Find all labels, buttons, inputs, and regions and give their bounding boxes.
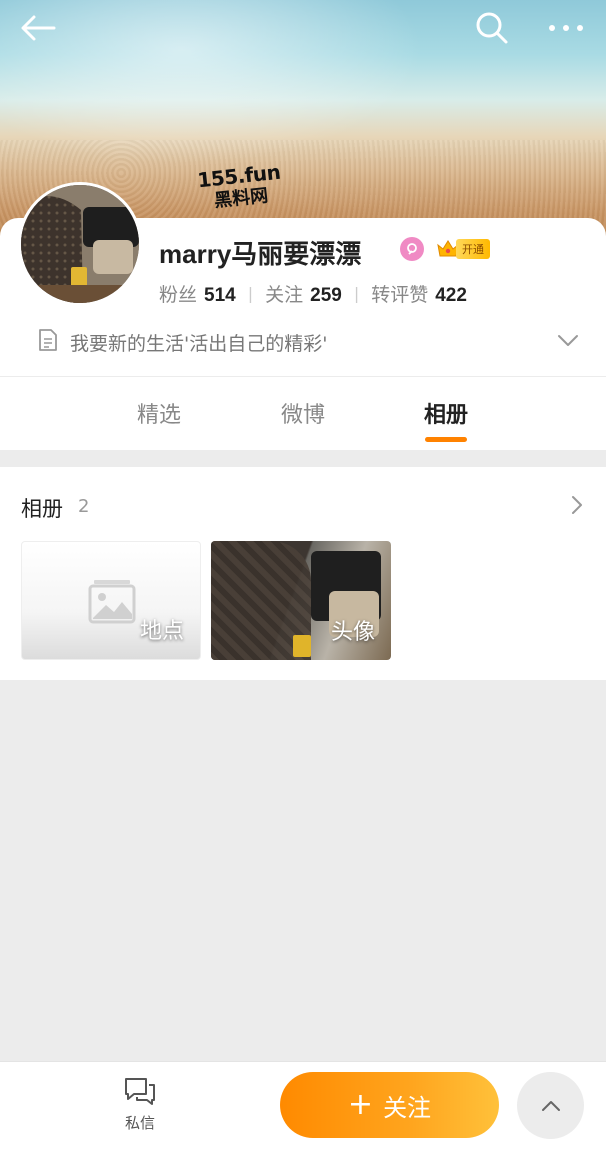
avatar[interactable] (18, 182, 142, 306)
album-thumb-location[interactable]: 地点 (21, 541, 201, 660)
profile-name: marry马丽要漂漂 (159, 239, 362, 269)
stat-divider: | (247, 284, 254, 303)
thumb-cup-shape (293, 635, 311, 657)
tab-weibo[interactable]: 微博 (281, 397, 325, 429)
chevron-right-icon[interactable] (570, 494, 584, 520)
album-thumb-avatar[interactable]: 头像 (211, 541, 391, 660)
stat-fans-label: 粉丝 (159, 284, 198, 306)
stat-engagement-label: 转评赞 (371, 284, 429, 306)
stat-following[interactable]: 关注 259 (265, 280, 342, 307)
stat-following-label: 关注 (265, 284, 304, 306)
bio-text: 我要新的生活'活出自己的精彩' (70, 333, 328, 355)
stat-engagement-value: 422 (435, 285, 467, 306)
album-label-avatar: 头像 (330, 620, 375, 645)
album-count: 2 (78, 496, 90, 517)
chevron-up-icon (541, 1100, 560, 1111)
search-icon[interactable] (472, 8, 512, 48)
stat-fans[interactable]: 粉丝 514 (159, 280, 236, 307)
stat-fans-value: 514 (204, 285, 236, 306)
follow-label: 关注 (383, 1093, 432, 1122)
active-tab-indicator (425, 437, 467, 442)
chevron-down-icon[interactable] (556, 330, 580, 354)
album-section: 相册 2 地点 头像 (0, 467, 606, 680)
stat-engagement[interactable]: 转评赞 422 (371, 280, 467, 307)
more-dots-icon[interactable] (546, 8, 586, 48)
vip-badge[interactable]: 开通 (436, 238, 490, 260)
back-icon[interactable] (18, 8, 58, 48)
stat-following-value: 259 (310, 285, 342, 306)
direct-message-label: 私信 (124, 1114, 155, 1132)
profile-stats: 粉丝 514 | 关注 259 | 转评赞 422 (159, 280, 467, 307)
follow-button[interactable]: + 关注 (280, 1072, 499, 1138)
watermark: 155.fun 黑料网 (193, 159, 287, 214)
document-icon (38, 328, 58, 357)
chat-bubble-icon (125, 1078, 155, 1105)
album-title[interactable]: 相册 (21, 493, 63, 523)
profile-tabs: 精选 微博 相册 (0, 377, 606, 450)
vip-label: 开通 (456, 239, 490, 259)
stat-divider: | (353, 284, 360, 303)
tab-album[interactable]: 相册 (424, 397, 468, 429)
profile-bio[interactable]: 我要新的生活'活出自己的精彩' (38, 328, 327, 357)
plus-icon: + (347, 1087, 374, 1122)
tab-featured[interactable]: 精选 (137, 397, 181, 429)
bottom-action-bar: 私信 + 关注 (0, 1061, 606, 1161)
member-badge-icon[interactable] (400, 237, 424, 261)
image-placeholder-icon (88, 580, 136, 624)
album-label-location: 地点 (139, 619, 184, 644)
scroll-to-top-button[interactable] (517, 1072, 584, 1139)
direct-message-button[interactable]: 私信 (110, 1076, 170, 1133)
